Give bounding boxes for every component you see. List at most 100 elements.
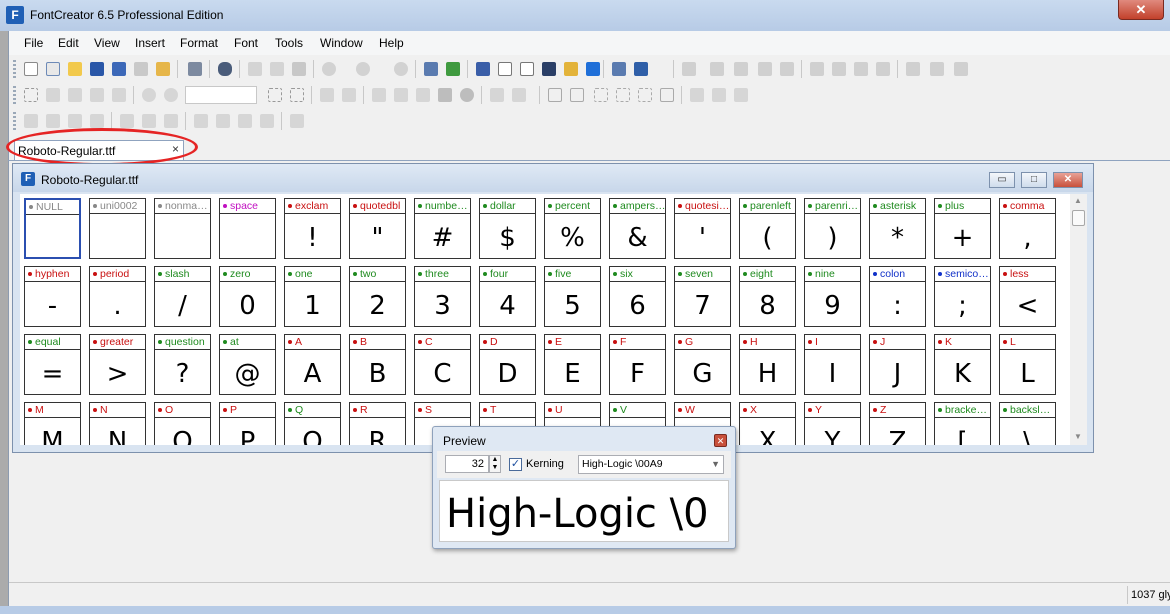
glyph-cell[interactable]: MM [24,402,81,445]
subtract-icon[interactable] [953,61,969,77]
select-icon[interactable] [23,87,39,103]
glyph-cell[interactable]: GG [674,334,731,395]
scroll-thumb[interactable] [1072,210,1085,226]
connect-icon[interactable] [711,87,727,103]
bbox-icon[interactable] [615,87,631,103]
glyph-cell[interactable]: four 4 [479,266,536,327]
pen-icon[interactable] [111,87,127,103]
glyph-cell[interactable]: comma, [999,198,1056,259]
refresh-icon[interactable] [393,61,409,77]
glyph-cell[interactable]: numbe… # [414,198,471,259]
toolbar-grip[interactable] [13,60,16,78]
prev-glyph-icon[interactable] [489,87,505,103]
toolbar-grip[interactable] [13,112,16,130]
bring-front-icon[interactable] [67,113,83,129]
paste-icon[interactable] [291,61,307,77]
glyph-cell[interactable]: three 3 [414,266,471,327]
align-center-icon[interactable] [141,113,157,129]
zoom-combo[interactable] [185,86,257,104]
baseline-icon[interactable] [659,87,675,103]
glyph-cell[interactable]: hyphen - [24,266,81,327]
triangle-icon[interactable] [319,87,335,103]
next-glyph-icon[interactable] [511,87,527,103]
menu-tools[interactable]: Tools [275,36,303,50]
nodes-icon[interactable] [341,87,357,103]
glyph-cell[interactable]: five 5 [544,266,601,327]
points-icon[interactable] [593,87,609,103]
glyph-cell[interactable]: seven 7 [674,266,731,327]
glyph-cell[interactable]: II [804,334,861,395]
menu-edit[interactable]: Edit [58,36,79,50]
glyph-cell[interactable]: RR [349,402,406,445]
glyph-view-icon[interactable] [681,61,697,77]
glyph-cell[interactable]: EE [544,334,601,395]
image-icon[interactable] [371,87,387,103]
copy-icon[interactable] [269,61,285,77]
edit-image-icon[interactable] [415,87,431,103]
glyph-cell[interactable]: DD [479,334,536,395]
mirror-icon[interactable] [831,61,847,77]
glyph-cell[interactable]: FF [609,334,666,395]
trace-icon[interactable] [393,87,409,103]
glyph-cell[interactable]: JJ [869,334,926,395]
glyph-cell[interactable]: six 6 [609,266,666,327]
glyph-cell[interactable]: ampers… & [609,198,666,259]
zoom-out-icon[interactable] [163,87,179,103]
align-left-icon[interactable] [119,113,135,129]
glyph-cell[interactable]: backsl… \ [999,402,1056,445]
grid-icon[interactable] [547,87,563,103]
menu-insert[interactable]: Insert [135,36,165,50]
measure-icon[interactable] [89,87,105,103]
glyph-cell[interactable]: QQ [284,402,341,445]
menu-font[interactable]: Font [234,36,258,50]
copy-font-icon[interactable] [133,61,149,77]
align-top-icon[interactable] [193,113,209,129]
font-window-close-button[interactable]: ✕ [1053,172,1083,188]
fit-icon[interactable] [267,87,283,103]
glyph-cell[interactable]: zero 0 [219,266,276,327]
align-middle-icon[interactable] [215,113,231,129]
size-input[interactable]: 32 [445,455,489,473]
glyph-cell[interactable]: parenri…) [804,198,861,259]
glyph-cell[interactable]: exclam! [284,198,341,259]
glyph-cell[interactable]: one 1 [284,266,341,327]
sort-icon[interactable] [475,61,491,77]
tree-icon[interactable] [733,87,749,103]
send-back-icon[interactable] [89,113,105,129]
glyph-cell[interactable]: PP [219,402,276,445]
save-icon[interactable] [89,61,105,77]
glyph-cell[interactable]: two 2 [349,266,406,327]
preview-text-combo[interactable]: High-Logic \00A9 ▼ [578,455,724,474]
tab-close-icon[interactable]: × [172,142,179,156]
toolbar-grip[interactable] [13,86,16,104]
fit-all-icon[interactable] [289,87,305,103]
scroll-up-icon[interactable]: ▲ [1074,196,1082,205]
size-stepper[interactable]: ▲ ▼ [489,455,501,473]
menu-help[interactable]: Help [379,36,404,50]
glyph-cell[interactable]: eight 8 [739,266,796,327]
preview-icon[interactable] [611,61,627,77]
glyph-cell[interactable]: AA [284,334,341,395]
glyph-cell[interactable]: OO [154,402,211,445]
mirror-vertical-icon[interactable] [853,61,869,77]
tag-icon[interactable] [563,61,579,77]
glyph-cell[interactable]: LL [999,334,1056,395]
union-icon[interactable] [905,61,921,77]
glyph-cell[interactable]: space [219,198,276,259]
check-icon[interactable] [585,61,601,77]
rotate-icon[interactable] [875,61,891,77]
find-icon[interactable] [217,61,233,77]
test-font-icon[interactable] [633,61,649,77]
split-icon[interactable] [689,87,705,103]
new-project-icon[interactable] [45,61,61,77]
flip-icon[interactable] [809,61,825,77]
glyph-cell[interactable]: NN [89,402,146,445]
glyph-cell[interactable]: semico…; [934,266,991,327]
spin-down-icon[interactable]: ▼ [490,464,500,472]
glyph-cell[interactable]: percent% [544,198,601,259]
glyph-cell[interactable]: HH [739,334,796,395]
glyph-cell[interactable]: KK [934,334,991,395]
glyph-cell[interactable]: nonma… [154,198,211,259]
validate-icon[interactable] [497,61,513,77]
glyph-cell[interactable]: bracke… [ [934,402,991,445]
